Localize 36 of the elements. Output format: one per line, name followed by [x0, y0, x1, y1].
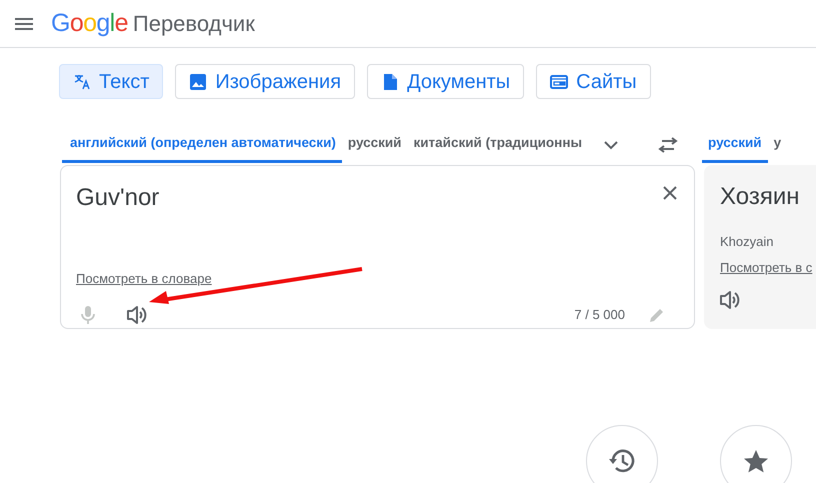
language-tab[interactable]: английский (определен автоматически) — [62, 127, 342, 163]
mode-tab[interactable]: Текст — [59, 64, 164, 99]
dictionary-link[interactable]: Посмотреть в с — [720, 258, 812, 277]
speaker-icon — [127, 304, 147, 324]
language-tab[interactable]: русский — [342, 127, 408, 163]
dictionary-link[interactable]: Посмотреть в словаре — [76, 269, 212, 288]
language-tab[interactable]: китайский (традиционны — [408, 127, 588, 163]
speaker-icon — [720, 290, 740, 310]
document-icon — [381, 72, 400, 90]
source-text-area[interactable]: Guv'nor Посмотреть в словаре 7 / 5 000 — [60, 165, 695, 329]
listen-button[interactable] — [127, 304, 147, 324]
character-counter: 7 / 5 000 — [574, 306, 625, 324]
mode-tab[interactable]: Документы — [367, 64, 524, 99]
microphone-icon — [81, 304, 95, 324]
logo: Google — [51, 8, 128, 39]
pencil-icon — [649, 306, 665, 322]
translation-text: Хозяин — [720, 182, 800, 212]
swap-icon — [658, 137, 678, 153]
close-icon — [663, 186, 677, 200]
website-icon — [550, 72, 568, 90]
star-icon — [743, 448, 769, 474]
image-icon — [189, 72, 208, 90]
product-name: Переводчик — [132, 10, 255, 38]
mode-tab[interactable]: Изображения — [175, 64, 356, 99]
history-icon — [608, 448, 636, 474]
history-button[interactable] — [586, 425, 658, 483]
listen-button[interactable] — [720, 290, 740, 310]
language-tab[interactable]: у — [768, 127, 788, 163]
translate-icon — [73, 72, 91, 90]
saved-button[interactable] — [720, 425, 792, 483]
transliteration: Khozyain — [720, 233, 774, 251]
menu-icon — [15, 18, 33, 30]
source-text: Guv'nor — [76, 183, 160, 213]
clear-button[interactable] — [663, 186, 677, 200]
chevron-down-icon — [604, 140, 618, 150]
mode-tab[interactable]: Сайты — [536, 64, 651, 99]
